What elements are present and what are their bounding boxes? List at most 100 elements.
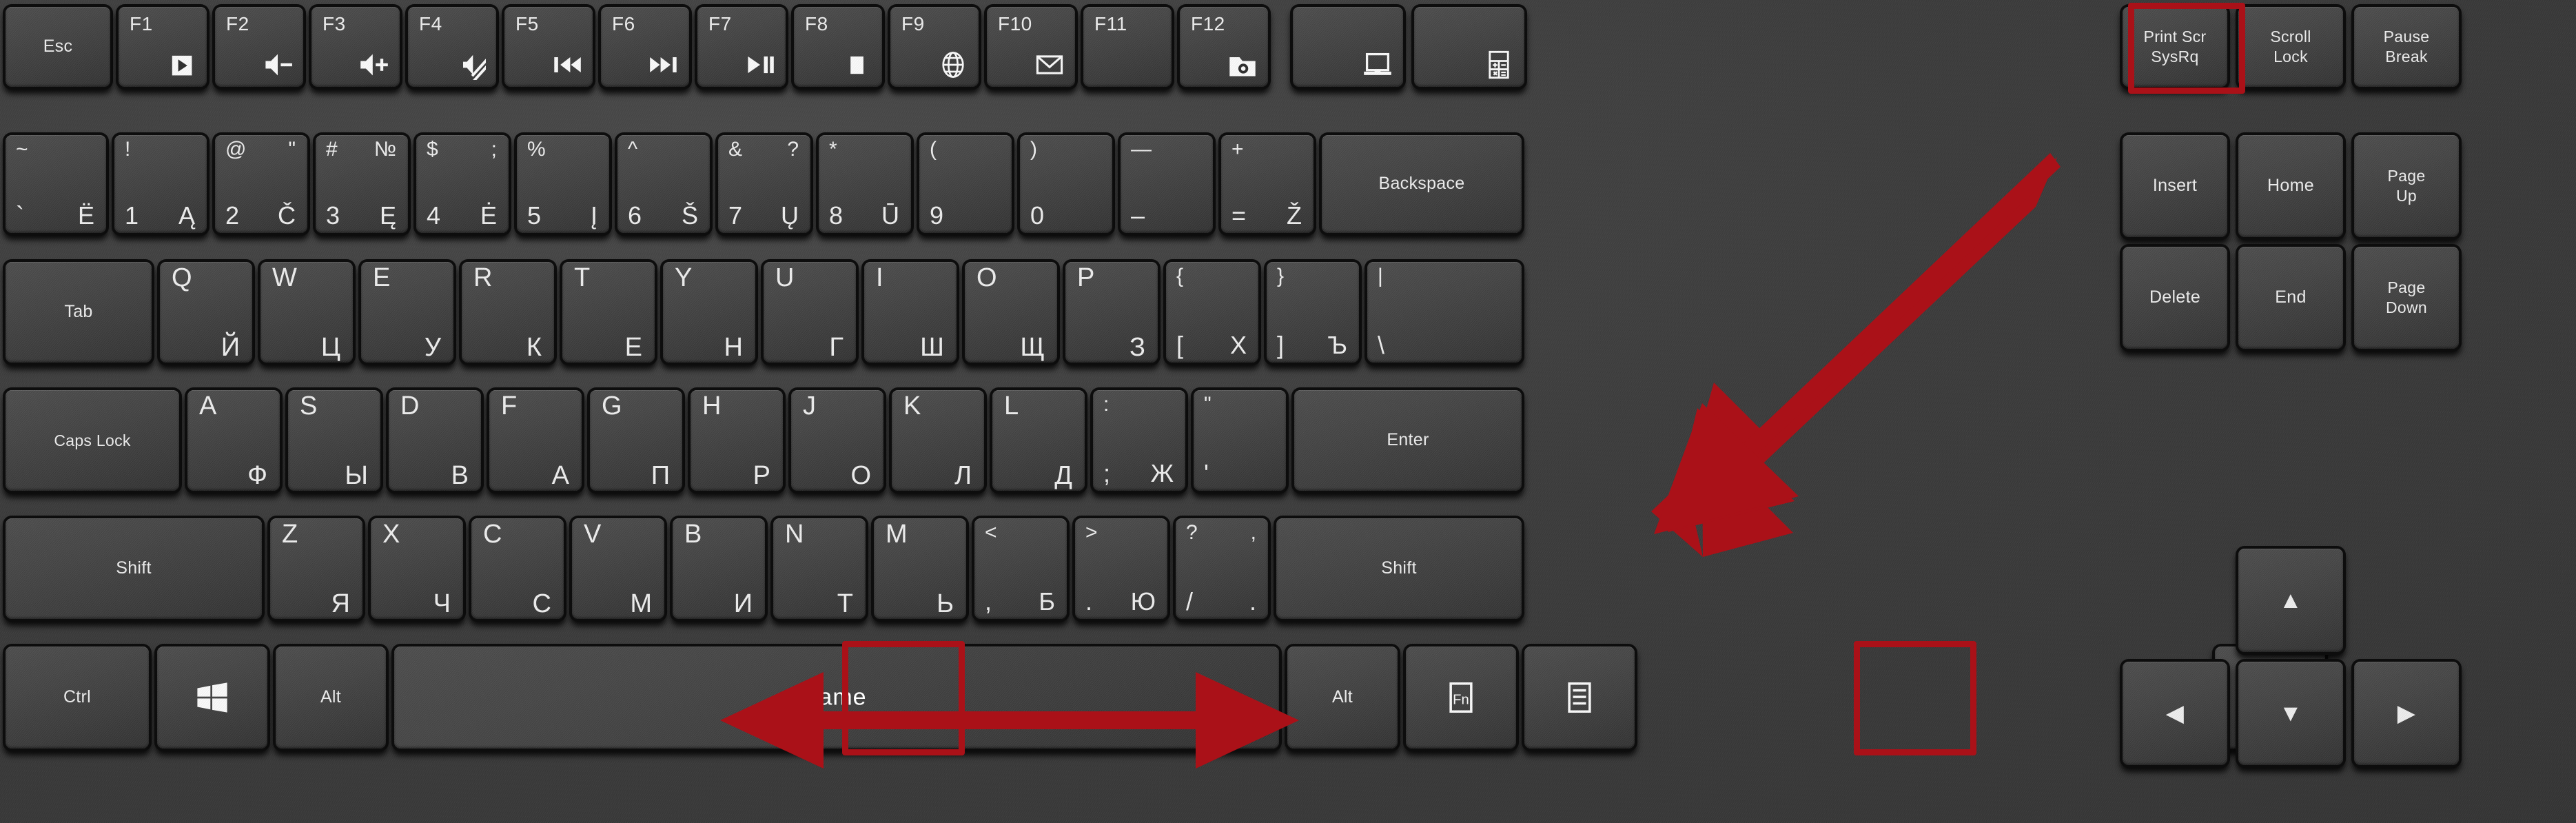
key-pause-break[interactable]: Pause Break: [2354, 7, 2459, 87]
legend-top-left: @: [225, 138, 247, 161]
key-display-toggle[interactable]: [1293, 7, 1403, 87]
key-letter-p[interactable]: PЗ: [1065, 262, 1158, 363]
key-label: Shift: [116, 558, 152, 578]
key-home[interactable]: Home: [2238, 135, 2343, 237]
key-f6[interactable]: F6: [601, 7, 689, 87]
key-digit-0[interactable]: ) 0: [1020, 135, 1112, 233]
key-f5[interactable]: F5: [504, 7, 593, 87]
key-equals[interactable]: + = Ž: [1221, 135, 1313, 233]
key-page-up[interactable]: Page Up: [2354, 135, 2459, 237]
key-letter-d[interactable]: DВ: [389, 390, 481, 491]
camera-folder-icon: [1227, 50, 1258, 80]
key-letter-i[interactable]: IШ: [864, 262, 957, 363]
key-backspace[interactable]: Backspace: [1322, 135, 1522, 233]
keyboard-body: Esc F1 F2 F3 F4 F5 F6 F7 F8 F9 F10 F11 F12 Print Scr …: [0, 0, 2576, 823]
key-digit-3[interactable]: # № 3 Ę: [316, 135, 408, 233]
key-letter-c[interactable]: CС: [471, 518, 564, 619]
key-minus[interactable]: — –: [1121, 135, 1213, 233]
key-quote[interactable]: " ': [1194, 390, 1286, 491]
key-page-down[interactable]: Page Down: [2354, 247, 2459, 349]
latin-legend: H: [702, 392, 722, 420]
key-letter-l[interactable]: LД: [992, 390, 1085, 491]
key-shift-right[interactable]: Shift: [1276, 518, 1522, 619]
key-letter-v[interactable]: VМ: [572, 518, 664, 619]
key-esc[interactable]: Esc: [6, 7, 110, 87]
key-end[interactable]: End: [2238, 247, 2343, 349]
legend-bottom-left: 0: [1030, 201, 1045, 230]
key-delete[interactable]: Delete: [2123, 247, 2227, 349]
key-f3[interactable]: F3: [311, 7, 400, 87]
key-letter-h[interactable]: HР: [691, 390, 783, 491]
key-f2[interactable]: F2: [215, 7, 303, 87]
key-f1[interactable]: F1: [119, 7, 207, 87]
key-letter-z[interactable]: ZЯ: [270, 518, 362, 619]
key-digit-2[interactable]: @ " 2 Č: [215, 135, 307, 233]
key-letter-w[interactable]: WЦ: [260, 262, 353, 363]
key-letter-s[interactable]: SЫ: [288, 390, 380, 491]
key-letter-f[interactable]: FА: [489, 390, 582, 491]
key-label: Alt: [320, 687, 342, 707]
key-semicolon[interactable]: :; Ж: [1093, 390, 1185, 491]
key-f12[interactable]: F12: [1180, 7, 1268, 87]
key-letter-e[interactable]: EУ: [361, 262, 453, 363]
key-tab[interactable]: Tab: [6, 262, 152, 363]
legend-top-left: %: [527, 138, 546, 161]
key-fn[interactable]: Fn: [1406, 647, 1516, 749]
key-bracket-right[interactable]: }] Ъ: [1267, 262, 1359, 363]
key-grave-tilde[interactable]: ~ ` Ë: [6, 135, 106, 233]
key-letter-a[interactable]: AФ: [187, 390, 280, 491]
key-alt-left[interactable]: Alt: [276, 647, 386, 749]
key-f10[interactable]: F10: [987, 7, 1075, 87]
key-letter-r[interactable]: RК: [462, 262, 554, 363]
key-letter-m[interactable]: MЬ: [874, 518, 966, 619]
key-period[interactable]: >. Ю: [1075, 518, 1167, 619]
key-backslash[interactable]: | \: [1367, 262, 1522, 363]
key-ctrl-left[interactable]: Ctrl: [6, 647, 149, 749]
key-digit-4[interactable]: $; 4 Ė: [416, 135, 509, 233]
key-alt-right[interactable]: Alt: [1287, 647, 1398, 749]
key-spacebar[interactable]: same: [394, 647, 1279, 749]
key-insert[interactable]: Insert: [2123, 135, 2227, 237]
key-letter-g[interactable]: GП: [590, 390, 682, 491]
key-enter[interactable]: Enter: [1294, 390, 1522, 491]
key-digit-9[interactable]: (9: [919, 135, 1012, 233]
key-scroll-lock[interactable]: Scroll Lock: [2238, 7, 2343, 87]
key-letter-u[interactable]: UГ: [764, 262, 856, 363]
key-comma[interactable]: <, Б: [974, 518, 1067, 619]
key-digit-6[interactable]: ^ 6 Š: [617, 135, 710, 233]
key-letter-q[interactable]: QЙ: [160, 262, 252, 363]
key-slash-question[interactable]: ?, /.: [1176, 518, 1268, 619]
key-calculator[interactable]: [1414, 7, 1524, 87]
legend-top-right: ;: [491, 138, 497, 161]
key-digit-5[interactable]: % 5 Į: [517, 135, 609, 233]
key-f8[interactable]: F8: [794, 7, 882, 87]
key-f7[interactable]: F7: [697, 7, 786, 87]
key-caps-lock[interactable]: Caps Lock: [6, 390, 179, 491]
legend-bottom-right: Х: [1229, 331, 1247, 359]
key-f4[interactable]: F4: [408, 7, 496, 87]
key-digit-8[interactable]: * 8 Ū: [819, 135, 911, 233]
legend-top-left: #: [326, 138, 338, 161]
key-f11[interactable]: F11: [1083, 7, 1172, 87]
legend-bottom-left: ]: [1277, 331, 1285, 359]
key-arrow-down[interactable]: ▼: [2238, 662, 2343, 765]
key-digit-7[interactable]: &? 7 Ų: [718, 135, 810, 233]
key-letter-b[interactable]: BИ: [673, 518, 765, 619]
key-bracket-left[interactable]: {[Х: [1166, 262, 1258, 363]
key-letter-k[interactable]: KЛ: [892, 390, 984, 491]
key-arrow-right[interactable]: ▶: [2354, 662, 2459, 765]
key-win[interactable]: [157, 647, 267, 749]
key-letter-t[interactable]: TЕ: [562, 262, 655, 363]
key-menu[interactable]: [1524, 647, 1635, 749]
key-letter-y[interactable]: YН: [663, 262, 755, 363]
key-arrow-up[interactable]: ▲: [2238, 549, 2343, 652]
key-digit-1[interactable]: ! 1 Ą: [114, 135, 207, 233]
key-letter-o[interactable]: OЩ: [965, 262, 1057, 363]
key-shift-left[interactable]: Shift: [6, 518, 262, 619]
key-letter-x[interactable]: XЧ: [371, 518, 463, 619]
key-letter-j[interactable]: JО: [791, 390, 883, 491]
key-print-screen[interactable]: Print Scr SysRq: [2123, 7, 2227, 87]
key-arrow-left[interactable]: ◀: [2123, 662, 2227, 765]
key-f9[interactable]: F9: [890, 7, 979, 87]
key-letter-n[interactable]: NТ: [773, 518, 866, 619]
